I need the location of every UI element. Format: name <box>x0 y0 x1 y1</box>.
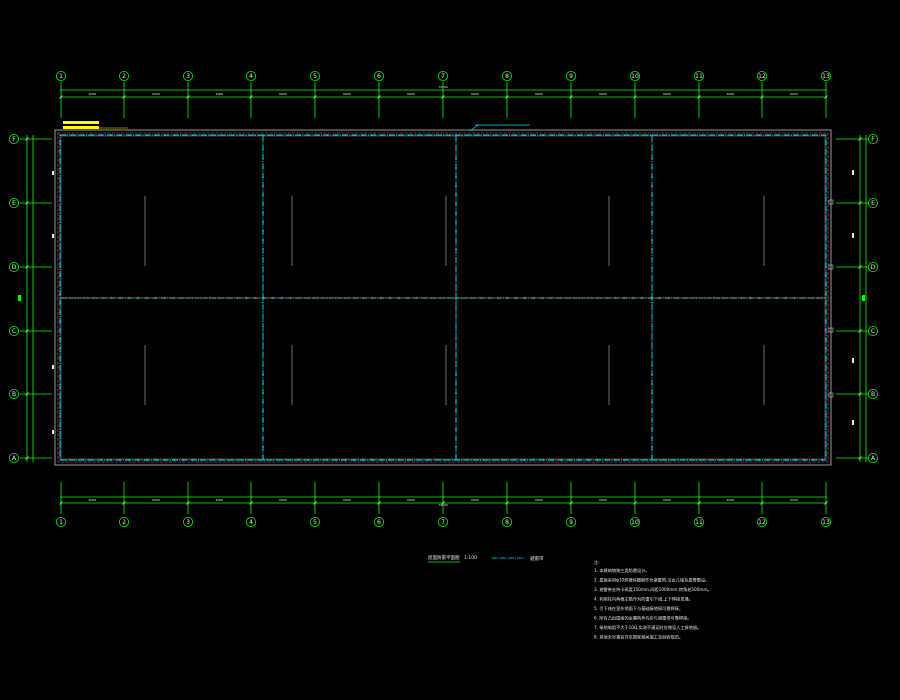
note-line: 7. 接地电阻不大于10Ω,实测不满足时应增设人工接地极。 <box>594 624 701 631</box>
note-line: 4. 利用柱内两根主筋作为防雷引下线,上下焊接贯通。 <box>594 596 693 603</box>
bay-dimension-label: 6000 <box>535 498 543 502</box>
column-axis-label: 8 <box>505 519 509 526</box>
column-axis-label: 5 <box>313 73 317 80</box>
column-axis-label: 2 <box>122 73 126 80</box>
row-axis-label: E <box>871 200 875 207</box>
bay-dimension-label: 6000 <box>152 92 160 96</box>
row-axis-C: CC <box>8 325 879 336</box>
bay-dimension-label: 6000 <box>727 498 735 502</box>
row-axis-label: E <box>12 200 16 207</box>
bay-dimension-label: 6000 <box>727 92 735 96</box>
drawing-title: 屋面防雷平面图 <box>428 554 460 561</box>
note-line: 8. 其他未尽事宜详见国家相关施工及验收规范。 <box>594 634 683 641</box>
row-axis-label: D <box>12 264 17 271</box>
note-line: 3. 避雷带支持卡高度150mm,间距1000mm,转角处500mm。 <box>594 586 712 593</box>
column-axis-label: 12 <box>758 519 766 526</box>
row-axis-label: F <box>12 136 16 143</box>
column-axis-label: 13 <box>822 73 830 80</box>
bay-dimension-label: 6000 <box>599 498 607 502</box>
side-dimension-lines <box>26 135 867 462</box>
bay-dimension-label: 6000 <box>343 92 351 96</box>
column-axis-label: 1 <box>59 519 63 526</box>
note-line: 1. 本建筑物按三类防雷设计。 <box>594 567 650 574</box>
roof-lightning-plan-drawing: 72000 6000600060006000600060006000600060… <box>8 71 879 641</box>
bay-dimension-label: 6000 <box>89 92 97 96</box>
bay-dimension-label: 6000 <box>535 92 543 96</box>
column-axis-label: 10 <box>631 519 639 526</box>
note-line: 2. 屋面采用φ10热镀锌圆钢作为避雷带,沿女儿墙及屋脊敷设。 <box>594 577 709 584</box>
row-axis-E: EE <box>8 197 879 208</box>
row-axis-label: B <box>12 391 16 398</box>
bay-dimension-label: 6000 <box>790 92 798 96</box>
column-axis-label: 10 <box>631 73 639 80</box>
drawing-scale: 1:100 <box>464 555 477 561</box>
top-dimension-chain: 72000 6000600060006000600060006000600060… <box>60 85 827 98</box>
row-axis-label: A <box>871 455 876 462</box>
bay-dimension-label: 6000 <box>216 92 224 96</box>
column-axis-3: 33 <box>182 71 193 528</box>
bay-dimension-label: 6000 <box>599 92 607 96</box>
lightning-protection-network <box>58 133 828 462</box>
bottom-dimension-chain: 72000 6000600060006000600060006000600060… <box>60 496 827 507</box>
design-notes: 注: 1. 本建筑物按三类防雷设计。 2. 屋面采用φ10热镀锌圆钢作为避雷带,沿… <box>594 559 712 641</box>
bay-dimension-label: 6000 <box>471 92 479 96</box>
bay-dimension-label: 6000 <box>407 92 415 96</box>
column-axis-6: 66 <box>373 71 384 528</box>
column-axis-label: 1 <box>59 73 63 80</box>
column-axis-label: 3 <box>186 73 190 80</box>
top-left-annotation <box>63 121 128 129</box>
row-axis-label: C <box>12 328 16 335</box>
column-axis-label: 4 <box>249 519 253 526</box>
note-line: 6. 所有凸出屋面的金属构件均应与避雷带可靠焊接。 <box>594 615 691 622</box>
legend: 避雷带 <box>492 555 544 562</box>
row-axis-label: C <box>871 328 875 335</box>
row-axis-label: D <box>871 264 876 271</box>
column-axis-label: 5 <box>313 519 317 526</box>
column-axis-label: 9 <box>569 519 573 526</box>
bay-dimension-label: 6000 <box>407 498 415 502</box>
bay-dimension-label: 6000 <box>471 498 479 502</box>
column-axis-label: 8 <box>505 73 509 80</box>
column-axis-13: 13 13 <box>821 71 832 528</box>
row-axis-A: AA <box>8 452 879 463</box>
column-axis-4: 44 <box>245 71 256 528</box>
drawing-title-block: 屋面防雷平面图 1:100 <box>428 554 477 563</box>
legend-lightning-label: 避雷带 <box>530 555 544 562</box>
column-axis-label: 13 <box>822 519 830 526</box>
column-axis-label: 6 <box>377 73 381 80</box>
bay-dimension-label: 6000 <box>89 498 97 502</box>
bay-dimension-label: 6000 <box>279 92 287 96</box>
bay-dimension-label: 6000 <box>279 498 287 502</box>
column-axis-label: 6 <box>377 519 381 526</box>
row-axis-label: F <box>871 136 875 143</box>
column-axis-label: 4 <box>249 73 253 80</box>
column-axis-2: 22 <box>119 71 130 528</box>
column-axis-label: 9 <box>569 73 573 80</box>
column-axis-label: 11 <box>695 73 703 80</box>
column-axis-label: 3 <box>186 519 190 526</box>
interior-marks <box>144 196 765 405</box>
column-axis-label: 11 <box>695 519 703 526</box>
column-axis-label: 7 <box>441 519 445 526</box>
building-outline <box>54 129 832 466</box>
row-axis-label: B <box>871 391 875 398</box>
bay-dimension-label: 6000 <box>216 498 224 502</box>
notes-heading: 注: <box>594 559 600 566</box>
row-axis-B: BB <box>8 388 879 399</box>
column-axis-label: 12 <box>758 73 766 80</box>
column-axis-label: 7 <box>441 73 445 80</box>
bay-dimension-label: 6000 <box>152 498 160 502</box>
column-axis-10: 10 10 <box>630 71 641 528</box>
row-axis-D: DD <box>8 261 879 272</box>
column-axis-9: 99 <box>566 71 577 528</box>
row-axis-label: A <box>12 455 17 462</box>
bay-dimension-label: 6000 <box>663 92 671 96</box>
bay-dimension-label: 6000 <box>790 498 798 502</box>
note-line: 5. 引下线在室外地面下与基础接地网可靠焊接。 <box>594 605 683 612</box>
column-axis-7: 77 <box>437 71 448 528</box>
bay-dimension-label: 6000 <box>343 498 351 502</box>
column-axis-label: 2 <box>122 519 126 526</box>
bay-dimension-label: 6000 <box>663 498 671 502</box>
